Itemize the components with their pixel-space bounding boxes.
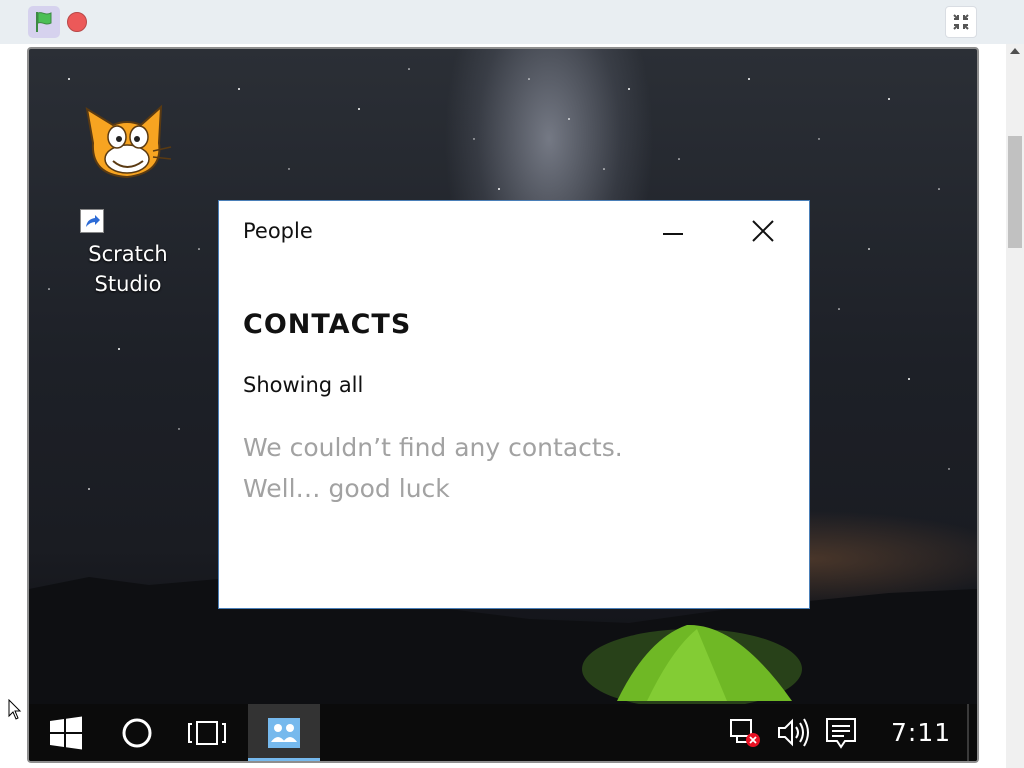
network-disconnected-icon [730,719,760,747]
network-tray-button[interactable] [727,704,763,761]
green-flag-icon [36,12,52,32]
tent-image [582,624,802,709]
task-view-icon [188,721,226,745]
start-icon [50,716,82,750]
action-center-icon [826,718,856,749]
minimize-icon [663,233,683,235]
mouse-cursor-icon [8,699,22,720]
action-center-button[interactable] [823,704,859,761]
people-taskbar-button[interactable] [248,704,320,761]
window-title: People [243,219,313,243]
close-button[interactable] [745,215,781,249]
start-button[interactable] [43,704,89,761]
empty-state-line1: We couldn’t find any contacts. [243,433,623,462]
exit-fullscreen-icon [953,14,969,30]
empty-state-message: We couldn’t find any contacts. Well… goo… [243,427,623,509]
contacts-heading: CONTACTS [243,309,412,340]
scroll-up-arrow-icon[interactable] [1010,48,1020,54]
shortcut-label: Scratch Studio [73,239,183,299]
task-view-button[interactable] [184,704,230,761]
people-window[interactable]: People CONTACTS Showing all We couldn’t … [218,200,810,609]
scratch-studio-shortcut[interactable]: Scratch Studio [73,99,183,296]
green-flag-button[interactable] [28,6,60,38]
people-icon [268,718,300,748]
shortcut-arrow-icon [80,209,104,233]
taskbar-clock[interactable]: 7:11 [891,718,951,747]
contacts-filter-label[interactable]: Showing all [243,373,363,397]
volume-icon [778,718,809,747]
empty-state-line2: Well… good luck [243,474,450,503]
scratch-cat-icon [85,104,172,179]
scroll-thumb[interactable] [1008,136,1022,248]
shortcut-label-line1: Scratch [88,242,168,266]
player-toolbar [0,0,1024,44]
taskbar: 7:11 [29,704,977,761]
stage[interactable]: Scratch Studio People CONTACTS Showing a… [27,47,979,763]
close-icon [752,220,774,242]
active-indicator [248,758,320,761]
show-desktop-button[interactable] [967,704,969,761]
cortana-button[interactable] [114,704,160,761]
volume-tray-button[interactable] [775,704,811,761]
shortcut-label-line2: Studio [94,272,162,296]
minimize-button[interactable] [655,219,691,249]
stop-button[interactable] [67,12,87,32]
exit-fullscreen-button[interactable] [945,6,977,38]
cortana-icon [122,718,152,748]
